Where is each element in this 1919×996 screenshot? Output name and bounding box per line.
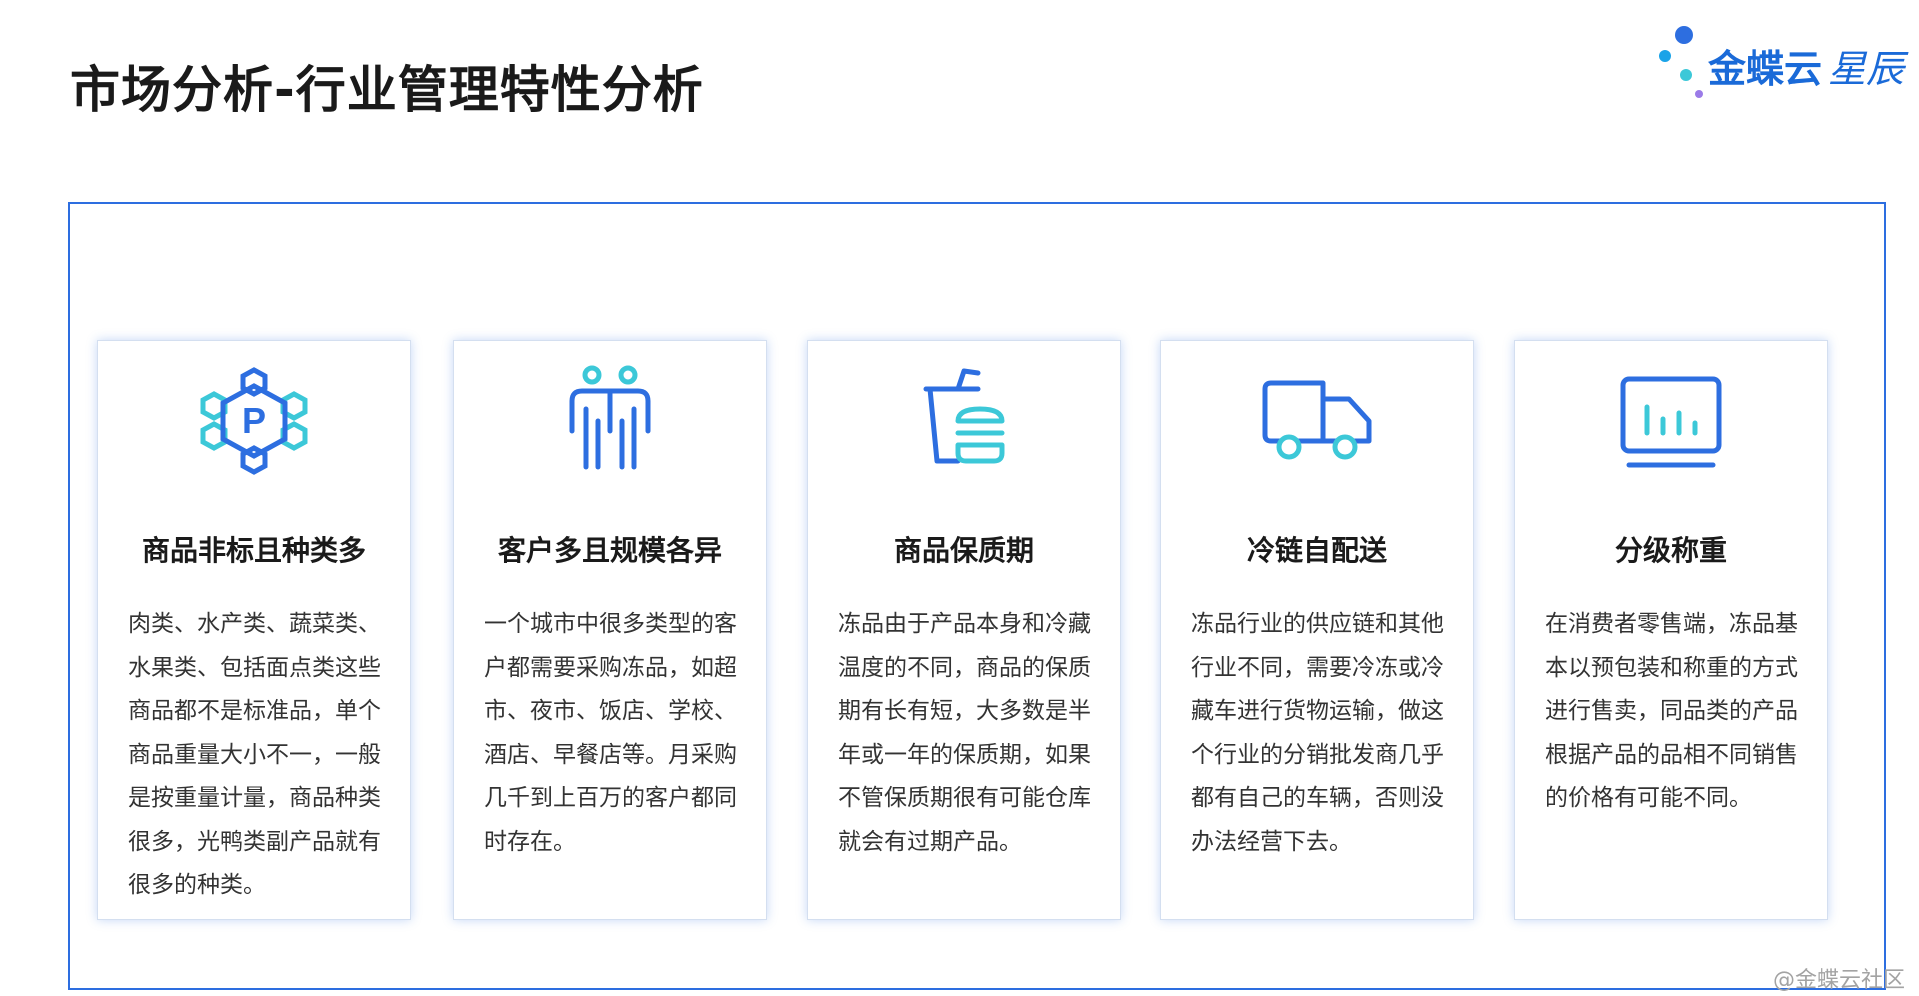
card-body: 在消费者零售端，冻品基本以预包装和称重的方式进行售卖，同品类的产品根据产品的品相…: [1545, 611, 1798, 811]
logo-product: 星辰: [1828, 47, 1905, 91]
card-body: 一个城市中很多类型的客户都需要采购冻品，如超市、夜市、饭店、学校、酒店、早餐店等…: [484, 611, 737, 855]
logo-brand: 金蝶云: [1708, 47, 1823, 91]
card-title: 分级称重: [1614, 534, 1727, 567]
card-body: 冻品行业的供应链和其他行业不同，需要冷冻或冷藏车进行货物运输，做这个行业的分销批…: [1191, 611, 1444, 855]
feature-card-shelf-life: 商品保质期 冻品由于产品本身和冷藏温度的不同，商品的保质期有长有短，大多数是半年…: [807, 340, 1121, 920]
feature-card-diverse-customers: 客户多且规模各异 一个城市中很多类型的客户都需要采购冻品，如超市、夜市、饭店、学…: [453, 340, 767, 920]
page-title: 市场分析-行业管理特性分析: [70, 61, 704, 119]
feature-card-graded-weighing: 分级称重 在消费者零售端，冻品基本以预包装和称重的方式进行售卖，同品类的产品根据…: [1514, 340, 1828, 920]
delivery-truck-icon: [1257, 361, 1377, 481]
card-title: 商品非标且种类多: [141, 534, 366, 567]
card-title: 冷链自配送: [1246, 534, 1387, 567]
card-body: 肉类、水产类、蔬菜类、水果类、包括面点类这些商品都不是标准品，单个商品重量大小不…: [128, 611, 381, 898]
feature-card-non-standard-goods: P 商品非标且种类多 肉类、水产类、蔬菜类、水果类、包括面点类这些商品都不是标准…: [97, 340, 411, 920]
bar-chart-monitor-icon: [1611, 361, 1731, 481]
drink-burger-icon: [904, 361, 1024, 481]
people-group-icon: [550, 361, 670, 481]
logo-dots-icon: [1659, 26, 1703, 98]
card-body: 冻品由于产品本身和冷藏温度的不同，商品的保质期有长有短，大多数是半年或一年的保质…: [838, 611, 1091, 855]
kingdee-logo: 金蝶云 星辰: [1652, 22, 1905, 102]
card-title: 客户多且规模各异: [497, 534, 722, 567]
hexagon-network-icon: P: [194, 361, 314, 481]
feature-card-cold-chain: 冷链自配送 冻品行业的供应链和其他行业不同，需要冷冻或冷藏车进行货物运输，做这个…: [1160, 340, 1474, 920]
watermark: @金蝶云社区: [1772, 968, 1905, 993]
svg-text:P: P: [242, 400, 266, 441]
card-title: 商品保质期: [893, 534, 1034, 567]
